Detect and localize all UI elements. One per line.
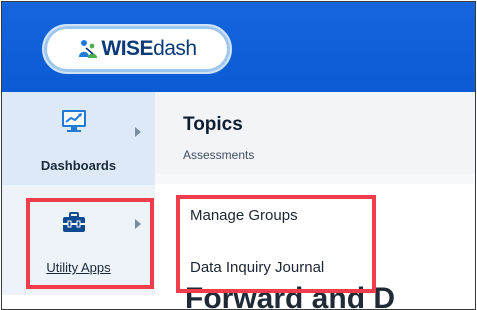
- app-frame: WISE dash Dashboards Utility Apps Topics…: [1, 1, 476, 310]
- panel-subtitle: Assessments: [183, 148, 255, 162]
- highlight-box-utility-apps: [26, 198, 154, 289]
- top-bar: WISE dash: [2, 2, 475, 92]
- logo-text-wise: WISE: [101, 37, 154, 60]
- people-logo-icon: [79, 40, 98, 58]
- sidebar-item-dashboards[interactable]: Dashboards: [2, 92, 155, 185]
- sidebar-item-label: Dashboards: [40, 158, 117, 173]
- chart-monitor-icon: [62, 110, 86, 132]
- divider: [155, 174, 475, 184]
- panel-title: Topics: [183, 114, 243, 135]
- chevron-right-icon: [135, 127, 141, 137]
- topics-header: Topics Assessments: [155, 92, 475, 174]
- logo-text-dash: dash: [153, 37, 197, 60]
- wisedash-logo[interactable]: WISE dash: [42, 24, 232, 74]
- highlight-box-menu: [176, 195, 376, 293]
